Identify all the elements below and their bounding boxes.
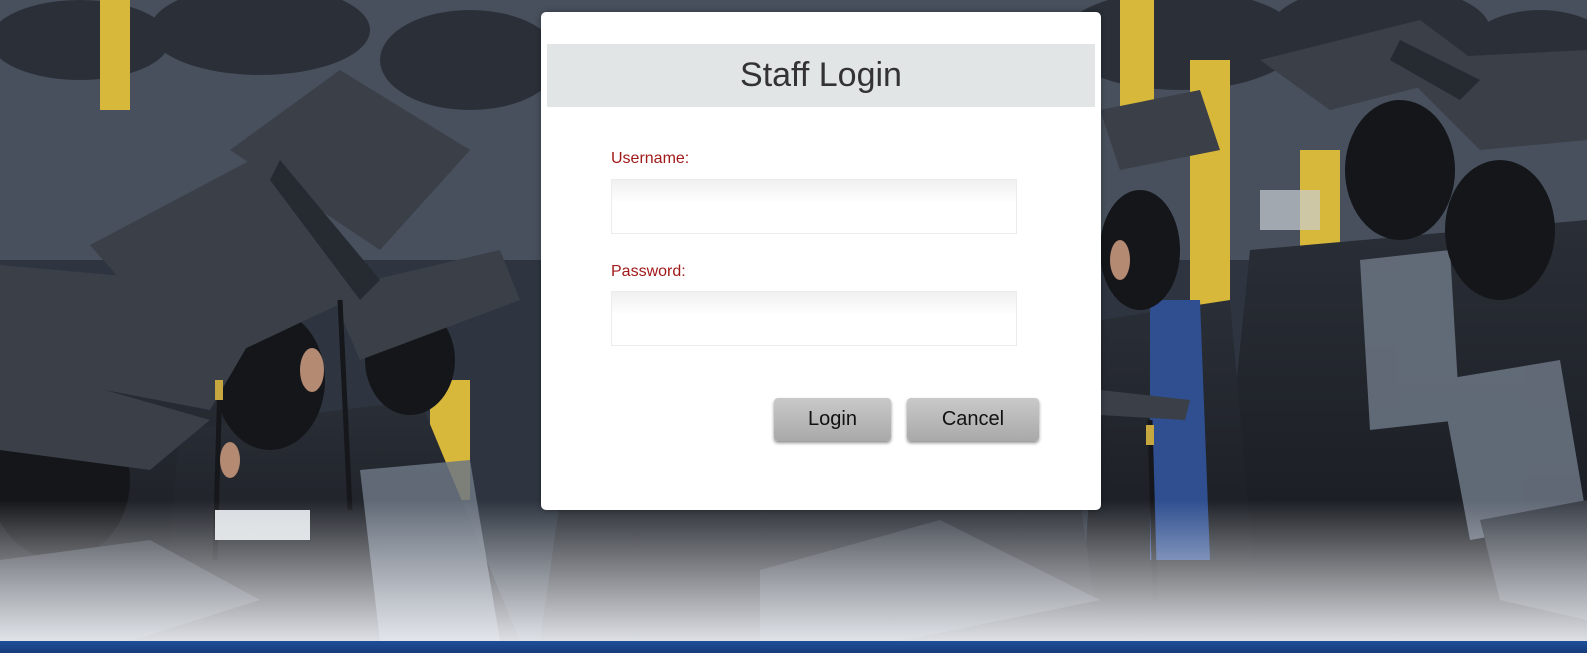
cancel-button[interactable]: Cancel — [907, 398, 1039, 441]
username-label: Username: — [611, 150, 690, 167]
panel-title: Staff Login — [547, 44, 1095, 107]
staff-login-panel: Staff Login Username: Password: Login Ca… — [541, 12, 1101, 510]
page-background: Staff Login Username: Password: Login Ca… — [0, 0, 1587, 653]
password-label: Password: — [611, 263, 686, 280]
footer-bar — [0, 641, 1587, 653]
login-button[interactable]: Login — [774, 398, 891, 441]
username-input[interactable] — [611, 179, 1017, 234]
password-input[interactable] — [611, 291, 1017, 346]
